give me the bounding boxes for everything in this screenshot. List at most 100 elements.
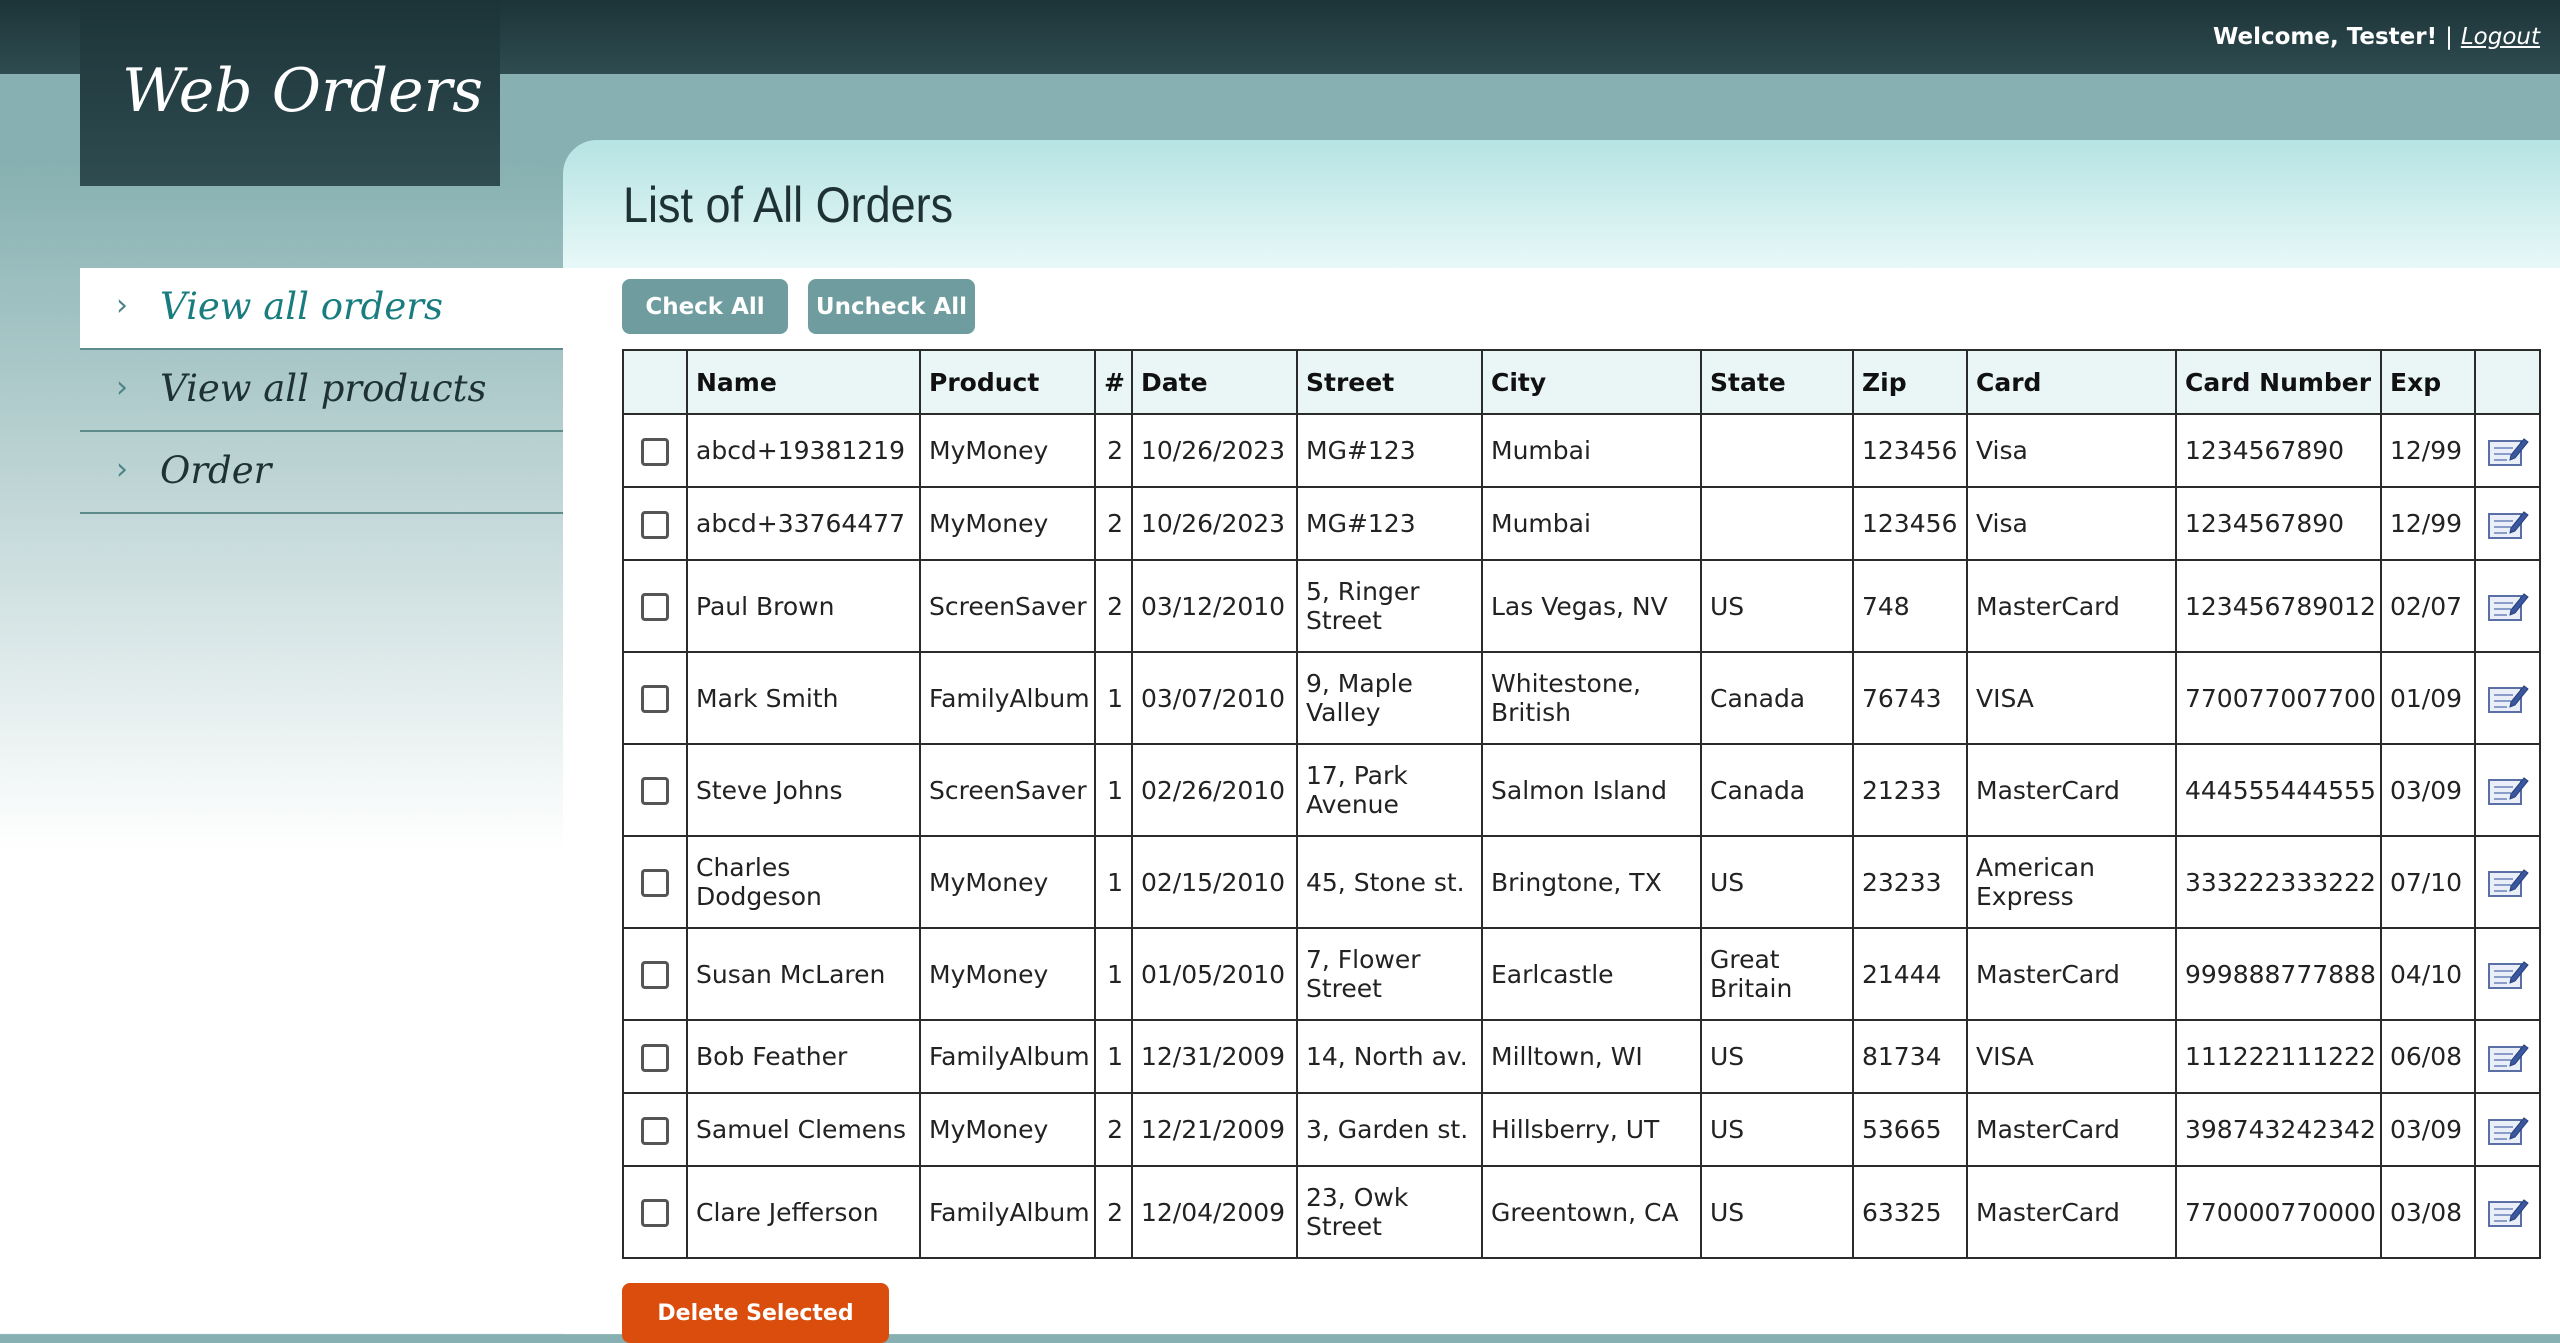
- col-header-street: Street: [1296, 349, 1483, 415]
- cell-state: Great Britain: [1700, 927, 1854, 1021]
- sidebar-item-label: Order: [160, 449, 272, 492]
- welcome-area: Welcome, Tester! | Logout: [2213, 24, 2540, 50]
- cell-city: Mumbai: [1481, 486, 1702, 561]
- table-row: Samuel Clemens MyMoney 2 12/21/2009 3, Garde…: [622, 1092, 2541, 1167]
- cell-qty: 2: [1094, 486, 1133, 561]
- cell-state: US: [1700, 559, 1854, 653]
- cell-card-number: 999888777888: [2175, 927, 2382, 1021]
- row-edit-cell: [2474, 835, 2541, 929]
- cell-date: 03/07/2010: [1131, 651, 1298, 745]
- cell-card-number: 333222333222: [2175, 835, 2382, 929]
- cell-city: Bringtone, TX: [1481, 835, 1702, 929]
- cell-state: Canada: [1700, 651, 1854, 745]
- cell-street: 3, Garden st.: [1296, 1092, 1483, 1167]
- cell-card: Visa: [1966, 413, 2177, 488]
- cell-qty: 1: [1094, 927, 1133, 1021]
- table-row: abcd+33764477 MyMoney 2 10/26/2023 MG#123 Mum…: [622, 486, 2541, 561]
- logout-link[interactable]: Logout: [2461, 24, 2540, 50]
- edit-icon[interactable]: [2487, 588, 2529, 624]
- cell-city: Salmon Island: [1481, 743, 1702, 837]
- cell-card: VISA: [1966, 1019, 2177, 1094]
- table-header-row: Name Product # Date Street City State Zi…: [622, 349, 2541, 415]
- sidebar-item-view-all-products[interactable]: › View all products: [80, 350, 563, 432]
- cell-card: MasterCard: [1966, 927, 2177, 1021]
- row-checkbox[interactable]: [641, 510, 669, 539]
- row-checkbox[interactable]: [641, 593, 669, 621]
- cell-product: ScreenSaver: [919, 743, 1096, 837]
- cell-zip: 63325: [1852, 1165, 1968, 1259]
- row-select-cell: [622, 1165, 688, 1259]
- delete-selected-button[interactable]: Delete Selected: [622, 1283, 889, 1343]
- logo-box: Web Orders: [80, 0, 500, 186]
- edit-icon[interactable]: [2487, 1039, 2529, 1075]
- cell-name: Bob Feather: [686, 1019, 921, 1094]
- row-checkbox[interactable]: [641, 1199, 669, 1227]
- cell-card: MasterCard: [1966, 743, 2177, 837]
- table-row: Mark Smith FamilyAlbum 1 03/07/2010 9, Maple…: [622, 651, 2541, 745]
- cell-qty: 1: [1094, 651, 1133, 745]
- row-edit-cell: [2474, 927, 2541, 1021]
- edit-icon[interactable]: [2487, 956, 2529, 992]
- row-select-cell: [622, 651, 688, 745]
- cell-city: Greentown, CA: [1481, 1165, 1702, 1259]
- check-all-button[interactable]: Check All: [622, 279, 788, 334]
- table-row: Steve Johns ScreenSaver 1 02/26/2010 17, Par…: [622, 743, 2541, 837]
- cell-name: Susan McLaren: [686, 927, 921, 1021]
- cell-qty: 2: [1094, 413, 1133, 488]
- cell-street: 14, North av.: [1296, 1019, 1483, 1094]
- cell-street: MG#123: [1296, 486, 1483, 561]
- cell-card: MasterCard: [1966, 1165, 2177, 1259]
- cell-zip: 21233: [1852, 743, 1968, 837]
- uncheck-all-button[interactable]: Uncheck All: [808, 279, 975, 334]
- edit-icon[interactable]: [2487, 1112, 2529, 1148]
- row-checkbox[interactable]: [641, 869, 669, 897]
- row-checkbox[interactable]: [641, 1043, 669, 1072]
- cell-date: 12/21/2009: [1131, 1092, 1298, 1167]
- edit-icon[interactable]: [2487, 772, 2529, 808]
- cell-state: Canada: [1700, 743, 1854, 837]
- cell-card: VISA: [1966, 651, 2177, 745]
- table-row: abcd+19381219 MyMoney 2 10/26/2023 MG#123 Mum…: [622, 413, 2541, 488]
- edit-icon[interactable]: [2487, 680, 2529, 716]
- cell-street: 23, Owk Street: [1296, 1165, 1483, 1259]
- row-edit-cell: [2474, 1165, 2541, 1259]
- sidebar-item-order[interactable]: › Order: [80, 432, 563, 514]
- sidebar-item-view-all-orders[interactable]: › View all orders: [80, 268, 563, 350]
- cell-state: [1700, 413, 1854, 488]
- cell-product: FamilyAlbum: [919, 1019, 1096, 1094]
- row-edit-cell: [2474, 1092, 2541, 1167]
- cell-exp: 03/09: [2380, 1092, 2476, 1167]
- cell-state: [1700, 486, 1854, 561]
- edit-icon[interactable]: [2487, 1194, 2529, 1230]
- col-header-edit: [2474, 349, 2541, 415]
- cell-city: Las Vegas, NV: [1481, 559, 1702, 653]
- cell-street: MG#123: [1296, 413, 1483, 488]
- cell-card-number: 1234567890: [2175, 413, 2382, 488]
- orders-table: Name Product # Date Street City State Zi…: [622, 349, 2541, 1259]
- row-checkbox[interactable]: [641, 437, 669, 466]
- title-band: List of All Orders: [563, 140, 2560, 268]
- row-select-cell: [622, 927, 688, 1021]
- cell-date: 01/05/2010: [1131, 927, 1298, 1021]
- row-checkbox[interactable]: [641, 685, 669, 713]
- table-row: Charles Dodgeson MyMoney 1 02/15/2010 45, St…: [622, 835, 2541, 929]
- chevron-right-icon: ›: [116, 370, 128, 405]
- row-checkbox[interactable]: [641, 961, 669, 989]
- cell-exp: 03/09: [2380, 743, 2476, 837]
- cell-card-number: 770000770000: [2175, 1165, 2382, 1259]
- cell-qty: 2: [1094, 1165, 1133, 1259]
- col-header-city: City: [1481, 349, 1702, 415]
- col-header-exp: Exp: [2380, 349, 2476, 415]
- col-header-state: State: [1700, 349, 1854, 415]
- cell-city: Whitestone, British: [1481, 651, 1702, 745]
- edit-icon[interactable]: [2487, 433, 2529, 469]
- row-edit-cell: [2474, 1019, 2541, 1094]
- cell-product: MyMoney: [919, 835, 1096, 929]
- cell-city: Earlcastle: [1481, 927, 1702, 1021]
- col-header-name: Name: [686, 349, 921, 415]
- row-checkbox[interactable]: [641, 777, 669, 805]
- edit-icon[interactable]: [2487, 506, 2529, 542]
- edit-icon[interactable]: [2487, 864, 2529, 900]
- row-checkbox[interactable]: [641, 1116, 669, 1145]
- cell-zip: 21444: [1852, 927, 1968, 1021]
